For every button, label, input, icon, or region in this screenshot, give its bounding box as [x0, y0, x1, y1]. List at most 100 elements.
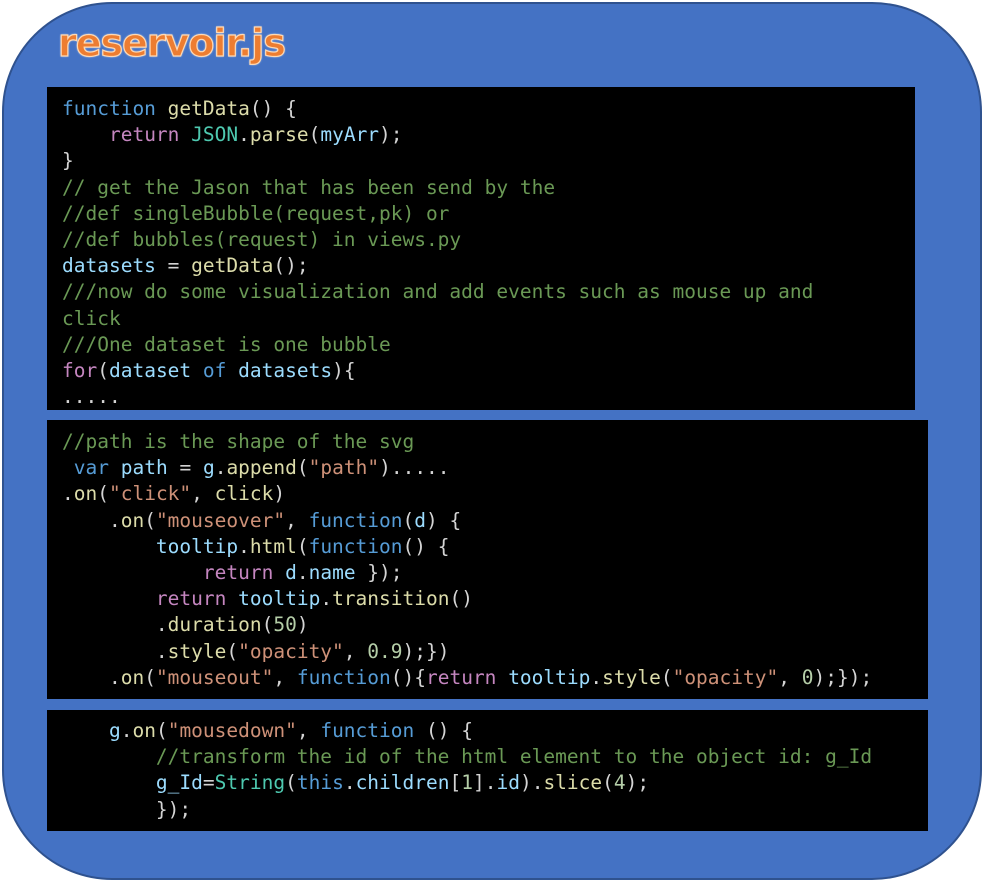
code-line: // get the Jason that has been send by t…: [62, 175, 813, 201]
code-token-plain: (: [296, 456, 309, 480]
code-line: ///One dataset is one bubble: [62, 332, 813, 358]
code-token-variable: d: [285, 560, 297, 584]
code-token-control: return: [108, 123, 180, 147]
code-token-plain: (: [155, 719, 168, 742]
code-token-string: "click": [108, 482, 192, 506]
code-text: function getData() { return JSON.parse(m…: [62, 96, 813, 410]
code-token-string: "opacity": [672, 665, 779, 689]
code-token-string: "opacity": [238, 639, 344, 663]
code-token-plain: ,: [191, 482, 215, 506]
code-token-keyword: function: [320, 719, 415, 742]
code-token-plain: );}): [402, 639, 450, 663]
slide-canvas: reservoir.js function getData() { return…: [0, 0, 986, 884]
code-token-keyword: function: [62, 97, 156, 120]
code-token-plain: .: [62, 613, 168, 637]
code-token-control: return: [425, 665, 497, 689]
code-token-string: "mousedown": [167, 719, 297, 742]
code-token-variable: datasets: [62, 254, 156, 278]
code-token-string: "mouseout": [155, 665, 274, 689]
code-token-variable: name: [308, 560, 356, 584]
code-line: .....: [62, 384, 813, 410]
code-token-number: 4: [613, 771, 626, 795]
code-token-variable: g: [202, 456, 215, 480]
code-block-path-events: //path is the shape of the svg var path …: [47, 420, 928, 699]
code-token-variable: id: [496, 771, 520, 795]
code-token-number: 0.9: [367, 639, 403, 663]
code-token-variable: dataset: [108, 358, 192, 382]
code-text: g.on("mousedown", function () { //transf…: [62, 718, 872, 823]
code-token-plain: ){: [332, 358, 356, 382]
code-token-plain: .: [62, 482, 74, 506]
code-token-keyword: var: [73, 456, 109, 480]
code-block-mousedown: g.on("mousedown", function () { //transf…: [47, 710, 928, 831]
code-line: .duration(50): [62, 612, 872, 638]
code-token-plain: =: [202, 771, 215, 795]
code-line: return tooltip.transition(): [62, 586, 872, 612]
code-token-plain: () {: [414, 719, 473, 742]
code-token-variable: tooltip: [155, 534, 239, 558]
code-token-control: for: [62, 358, 98, 382]
code-token-comment: //transform the id of the html element t…: [155, 745, 873, 769]
code-token-plain: (: [261, 613, 274, 637]
code-token-plain: (: [402, 508, 415, 532]
code-token-function: transition: [332, 587, 450, 611]
code-token-keyword: this: [296, 771, 344, 795]
code-line: datasets = getData();: [62, 253, 813, 279]
code-token-comment: // get the Jason that has been send by t…: [62, 175, 556, 199]
code-token-plain: (: [144, 665, 156, 689]
code-token-variable: g: [108, 719, 121, 742]
code-token-comment: click: [62, 306, 121, 330]
code-token-variable: tooltip: [238, 587, 321, 611]
code-token-keyword: function: [308, 508, 403, 532]
code-token-plain: .: [296, 560, 309, 584]
code-token-plain: (: [296, 534, 309, 558]
code-token-class: JSON: [191, 123, 239, 147]
code-token-comment: //path is the shape of the svg: [62, 430, 415, 453]
code-token-comment: ///One dataset is one bubble: [62, 332, 391, 356]
code-token-plain: .: [343, 771, 356, 795]
code-token-plain: ): [273, 482, 286, 506]
code-token-plain: ).: [519, 771, 544, 795]
code-token-comment: //def singleBubble(request,pk) or: [62, 201, 450, 225]
code-token-plain: ].: [472, 771, 497, 795]
code-line: .on("mouseover", function(d) {: [62, 508, 872, 534]
code-token-plain: ).....: [379, 456, 450, 480]
code-token-function: on: [73, 482, 98, 506]
code-token-function: html: [249, 534, 297, 558]
code-token-function: on: [120, 665, 145, 689]
code-token-comment: ///now do some visualization and add eve…: [62, 280, 814, 304]
code-token-function: getData: [167, 97, 250, 120]
code-line: //def bubbles(request) in views.py: [62, 227, 813, 253]
code-line: tooltip.html(function() {: [62, 534, 872, 560]
code-token-plain: (: [308, 123, 321, 147]
code-line: .style("opacity", 0.9);}): [62, 639, 872, 665]
code-token-plain: ();: [273, 254, 309, 278]
code-token-function: append: [226, 456, 297, 480]
code-token-plain: =: [155, 254, 192, 278]
code-line: .on("mouseout", function(){return toolti…: [62, 665, 872, 691]
code-token-plain: .: [214, 456, 227, 480]
code-token-variable: children: [355, 771, 450, 795]
code-token-comment: //def bubbles(request) in views.py: [62, 227, 462, 251]
code-line: }: [62, 148, 813, 174]
code-line: });: [62, 797, 872, 823]
code-token-plain: .: [120, 719, 133, 742]
code-token-plain: .: [62, 508, 121, 532]
code-token-function: on: [120, 508, 145, 532]
code-token-function: parse: [249, 123, 309, 147]
code-token-control: return: [202, 560, 274, 584]
code-token-plain: (){: [390, 665, 426, 689]
code-token-plain: .: [62, 665, 121, 689]
code-token-plain: =: [167, 456, 203, 480]
code-token-plain: .: [320, 587, 333, 611]
